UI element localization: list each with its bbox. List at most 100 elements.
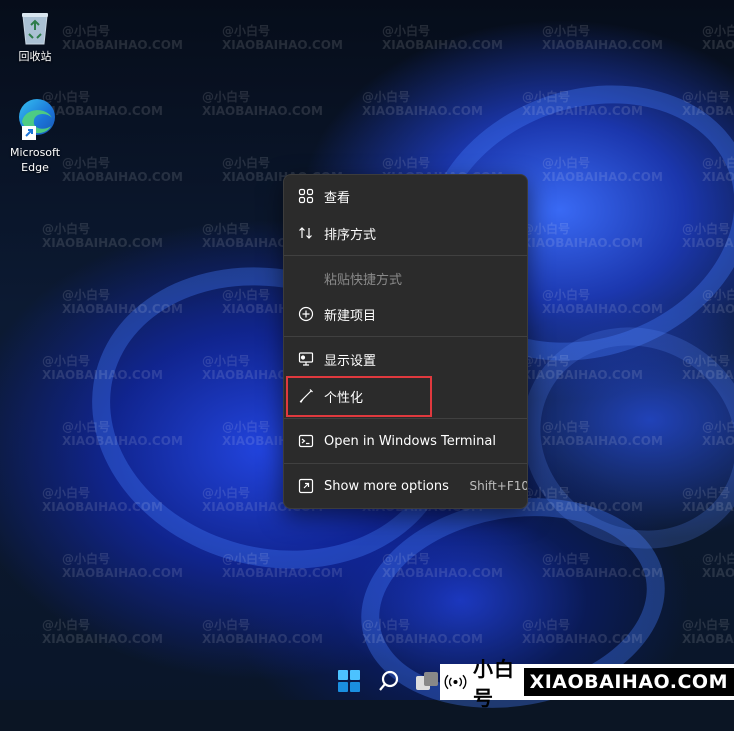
- watermark-tile-cn: @小白号: [202, 222, 251, 236]
- watermark-tile-en: XIAOBAIHAO.COM: [702, 434, 734, 448]
- watermark-tile-cn: @小白号: [382, 24, 431, 38]
- brand-domain: XIAOBAIHAO.COM: [523, 668, 734, 696]
- menu-item-shortcut: Shift+F10: [469, 479, 528, 493]
- watermark-tile-cn: @小白号: [62, 420, 111, 434]
- watermark-tile-cn: @小白号: [522, 486, 571, 500]
- watermark-tile-en: XIAOBAIHAO.COM: [362, 104, 483, 118]
- search-icon: [379, 670, 399, 691]
- watermark-tile-en: XIAOBAIHAO.COM: [522, 368, 643, 382]
- new-item-icon: [288, 306, 324, 322]
- watermark-tile-en: XIAOBAIHAO.COM: [62, 434, 183, 448]
- watermark-tile-cn: @小白号: [382, 156, 431, 170]
- start-button[interactable]: [338, 670, 360, 696]
- watermark-tile-en: XIAOBAIHAO.COM: [222, 38, 343, 52]
- watermark-tile-cn: @小白号: [362, 90, 411, 104]
- watermark-tile-cn: @小白号: [522, 618, 571, 632]
- watermark-tile-en: XIAOBAIHAO.COM: [682, 500, 734, 514]
- watermark-tile-en: XIAOBAIHAO.COM: [202, 104, 323, 118]
- watermark-tile-en: XIAOBAIHAO.COM: [542, 302, 663, 316]
- watermark-tile-en: XIAOBAIHAO.COM: [702, 170, 734, 184]
- watermark-tile-en: XIAOBAIHAO.COM: [542, 566, 663, 580]
- menu-item-label: 粘贴快捷方式: [324, 272, 403, 288]
- broadcast-icon: [444, 674, 467, 690]
- watermark-tile-en: XIAOBAIHAO.COM: [702, 566, 734, 580]
- display-settings-icon: [288, 351, 324, 367]
- watermark-tile-cn: @小白号: [42, 618, 91, 632]
- watermark-tile-en: XIAOBAIHAO.COM: [522, 500, 643, 514]
- watermark-tile-cn: @小白号: [202, 90, 251, 104]
- watermark-tile-cn: @小白号: [682, 354, 731, 368]
- watermark-tile-en: XIAOBAIHAO.COM: [202, 632, 323, 646]
- watermark-tile-cn: @小白号: [682, 486, 731, 500]
- watermark-tile-en: XIAOBAIHAO.COM: [682, 236, 734, 250]
- watermark-tile-en: XIAOBAIHAO.COM: [542, 38, 663, 52]
- watermark-tile-en: XIAOBAIHAO.COM: [702, 38, 734, 52]
- watermark-tile-en: XIAOBAIHAO.COM: [362, 632, 483, 646]
- watermark-tile-cn: @小白号: [702, 288, 734, 302]
- watermark-tile-en: XIAOBAIHAO.COM: [382, 566, 503, 580]
- watermark-tile-en: XIAOBAIHAO.COM: [522, 236, 643, 250]
- watermark-tile-cn: @小白号: [522, 90, 571, 104]
- watermark-tile-en: XIAOBAIHAO.COM: [42, 368, 163, 382]
- menu-item-view[interactable]: 查看: [288, 179, 523, 213]
- menu-item-display-settings[interactable]: 显示设置: [288, 342, 523, 376]
- watermark-tile-en: XIAOBAIHAO.COM: [682, 368, 734, 382]
- watermark-tile-cn: @小白号: [702, 156, 734, 170]
- terminal-icon: [288, 433, 324, 449]
- watermark-tile-cn: @小白号: [42, 354, 91, 368]
- menu-item-paste-shortcut[interactable]: 粘贴快捷方式: [288, 261, 523, 295]
- menu-separator: [284, 336, 527, 337]
- watermark-tile-cn: @小白号: [202, 486, 251, 500]
- watermark-tile-cn: @小白号: [682, 222, 731, 236]
- watermark-tile-en: XIAOBAIHAO.COM: [62, 566, 183, 580]
- recycle-bin-icon: [22, 13, 48, 45]
- watermark-tile-en: XIAOBAIHAO.COM: [62, 302, 183, 316]
- watermark-tile-en: XIAOBAIHAO.COM: [682, 104, 734, 118]
- watermark-tile-cn: @小白号: [42, 222, 91, 236]
- watermark-tile-en: XIAOBAIHAO.COM: [702, 302, 734, 316]
- desktop-icon-label: 回收站: [18, 50, 52, 63]
- watermark-tile-cn: @小白号: [202, 354, 251, 368]
- watermark-tile-en: XIAOBAIHAO.COM: [42, 632, 163, 646]
- watermark-tile-cn: @小白号: [702, 24, 734, 38]
- more-options-icon: [288, 478, 324, 494]
- menu-item-open-terminal[interactable]: Open in Windows Terminal: [288, 424, 523, 458]
- annotation-highlight-box: [286, 376, 432, 417]
- menu-item-show-more-options[interactable]: Show more options Shift+F10: [288, 469, 527, 503]
- watermark-tile-cn: @小白号: [222, 156, 271, 170]
- brand-name: 小白号: [472, 657, 515, 710]
- watermark-tile-cn: @小白号: [62, 552, 111, 566]
- watermark-tile-cn: @小白号: [222, 420, 271, 434]
- desktop-icon-edge[interactable]: Microsoft Edge: [0, 96, 70, 175]
- task-view-button[interactable]: [416, 672, 438, 696]
- edge-icon: [19, 99, 55, 140]
- watermark-tile-en: XIAOBAIHAO.COM: [542, 170, 663, 184]
- watermark-tile-cn: @小白号: [522, 354, 571, 368]
- watermark-tile-cn: @小白号: [362, 618, 411, 632]
- desktop-icon-label: Microsoft Edge: [9, 146, 61, 174]
- watermark-tile-cn: @小白号: [542, 420, 591, 434]
- menu-item-label: Open in Windows Terminal: [324, 433, 496, 449]
- watermark-tile-cn: @小白号: [542, 156, 591, 170]
- watermark-tile-en: XIAOBAIHAO.COM: [62, 170, 183, 184]
- watermark-tile-cn: @小白号: [222, 552, 271, 566]
- watermark-tile-en: XIAOBAIHAO.COM: [522, 632, 643, 646]
- menu-item-label: 查看: [324, 190, 351, 206]
- watermark-tile-en: XIAOBAIHAO.COM: [382, 38, 503, 52]
- watermark-tile-cn: @小白号: [542, 24, 591, 38]
- start-icon: [338, 670, 360, 692]
- desktop-icon-recycle-bin[interactable]: 回收站: [0, 8, 70, 64]
- watermark-tile-cn: @小白号: [702, 552, 734, 566]
- brand-watermark: 小白号 XIAOBAIHAO.COM: [440, 657, 734, 710]
- menu-item-new[interactable]: 新建项目: [288, 297, 523, 331]
- watermark-tile-en: XIAOBAIHAO.COM: [62, 38, 183, 52]
- watermark-tile-en: XIAOBAIHAO.COM: [222, 566, 343, 580]
- watermark-tile-cn: @小白号: [682, 90, 731, 104]
- watermark-tile-en: XIAOBAIHAO.COM: [682, 632, 734, 646]
- watermark-tile-cn: @小白号: [702, 420, 734, 434]
- sort-icon: [288, 225, 324, 241]
- search-button[interactable]: [378, 670, 400, 696]
- watermark-tile-cn: @小白号: [682, 618, 731, 632]
- menu-item-sort[interactable]: 排序方式: [288, 216, 523, 250]
- menu-separator: [284, 418, 527, 419]
